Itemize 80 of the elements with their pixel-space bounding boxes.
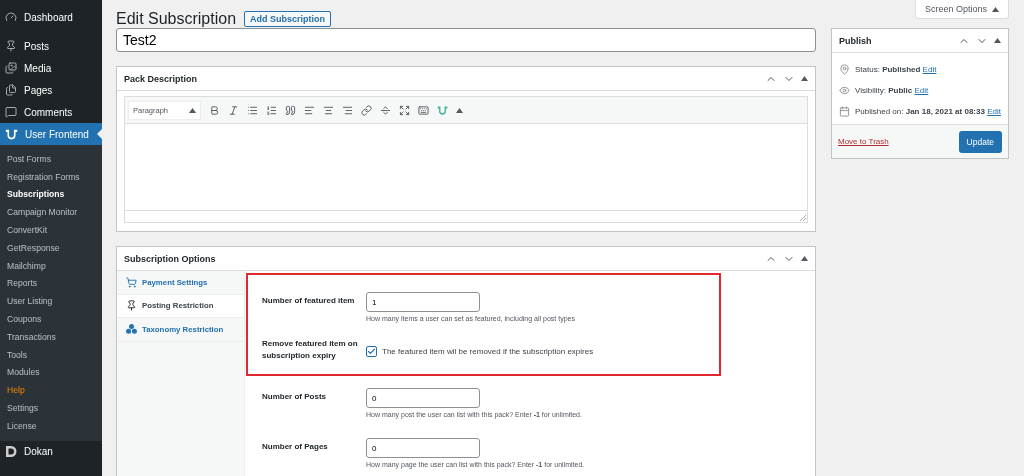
pages-icon (5, 84, 17, 96)
submenu-item[interactable]: License (0, 416, 102, 435)
publish-info: Visibility: Public Edit (855, 85, 929, 97)
circles-icon (126, 324, 137, 335)
checkbox-label: The featured item wil be removed if the subscription expires (382, 347, 594, 356)
title-input[interactable]: Test2 (116, 28, 816, 52)
eye-icon (839, 85, 850, 96)
checkbox[interactable] (366, 346, 377, 357)
screen-options-button[interactable]: Screen Options (914, 0, 1009, 19)
menu-item[interactable]: Comments (0, 101, 102, 123)
submenu-item[interactable]: Modules (0, 363, 102, 382)
menu-item[interactable]: Media (0, 57, 102, 79)
panel-title: Subscription Options (124, 253, 216, 264)
link-icon[interactable] (361, 104, 372, 116)
submenu-item[interactable]: Coupons (0, 310, 102, 328)
submenu-item[interactable]: Transactions (0, 327, 102, 346)
collapse-icon[interactable] (801, 76, 808, 81)
user-frontend-logo-icon (5, 127, 18, 141)
numbered-list-icon[interactable] (266, 104, 277, 116)
read-more-icon[interactable] (380, 104, 391, 116)
publish-info: Status: Published Edit (855, 64, 937, 76)
pin-icon (126, 300, 137, 312)
menu-item[interactable]: User Frontend (0, 123, 102, 145)
caret-icon[interactable] (189, 107, 196, 113)
cart-icon (126, 276, 137, 288)
bold-icon[interactable] (209, 104, 220, 116)
field-label: Number of featured item (262, 295, 356, 307)
panel-title: Pack Description (124, 73, 198, 84)
panel-title: Publish (839, 35, 872, 46)
number-input[interactable]: 1 (366, 292, 480, 312)
publish-info: Published on: Jan 18, 2021 at 08:33 Edit (855, 106, 1001, 118)
media-icon (5, 62, 17, 74)
fullscreen-icon[interactable] (399, 104, 410, 116)
dokan-logo-icon (5, 445, 17, 459)
number-input[interactable]: 0 (366, 438, 480, 458)
page-title: Edit Subscription (116, 10, 237, 28)
field-label: Remove featured item on subscription expiry (262, 338, 358, 362)
pin-icon (839, 64, 850, 75)
align-left-icon[interactable] (304, 104, 315, 116)
submenu-item[interactable]: Subscriptions (0, 185, 102, 204)
edit-link[interactable]: Edit (922, 65, 937, 74)
edit-link[interactable]: Edit (914, 86, 929, 95)
toolbar-toggle-icon[interactable] (418, 104, 429, 116)
caret-icon[interactable] (992, 6, 999, 12)
collapse-icon[interactable] (994, 38, 1001, 43)
submenu-item[interactable]: User Listing (0, 292, 102, 311)
resize-handle-icon[interactable] (800, 215, 806, 221)
bullet-list-icon[interactable] (247, 104, 258, 116)
submenu-item[interactable]: Post Forms (0, 150, 102, 168)
align-center-icon[interactable] (323, 104, 334, 116)
submenu-item[interactable]: GetResponse (0, 239, 102, 257)
menu-item[interactable]: Dokan (0, 440, 102, 463)
submenu-item[interactable]: Tools (0, 345, 102, 364)
add-subscription-button[interactable]: Add Subscription (244, 11, 332, 27)
menu-item[interactable]: Dashboard (0, 6, 102, 28)
update-button[interactable]: Update (958, 130, 1002, 153)
submenu-item[interactable]: Mailchimp (0, 256, 102, 275)
number-input[interactable]: 0 (366, 388, 480, 408)
submenu-item[interactable]: Settings (0, 399, 102, 417)
submenu-item[interactable]: Campaign Monitor (0, 203, 102, 222)
align-right-icon[interactable] (342, 104, 353, 116)
quote-icon[interactable] (285, 104, 296, 116)
field-label: Number of Pages (262, 441, 329, 453)
submenu-item[interactable]: Registration Forms (0, 167, 102, 186)
menu-item[interactable]: Pages (0, 79, 102, 101)
collapse-icon[interactable] (801, 256, 808, 261)
submenu-item[interactable]: Reports (0, 274, 102, 293)
gauge-icon (5, 11, 17, 23)
submenu-item[interactable]: Help (0, 381, 102, 400)
menu-item[interactable]: Posts (0, 35, 102, 57)
italic-icon[interactable] (228, 104, 239, 116)
submenu-item[interactable]: ConvertKit (0, 221, 102, 239)
plugin-logo-icon (437, 104, 448, 116)
comment-icon (5, 106, 17, 118)
calendar-icon (839, 106, 850, 117)
move-to-trash-link[interactable]: Move to Trash (838, 137, 889, 146)
pin-icon (5, 40, 17, 52)
caret-icon[interactable] (456, 107, 463, 113)
edit-link[interactable]: Edit (987, 107, 1001, 116)
field-label: Number of Posts (262, 391, 327, 403)
